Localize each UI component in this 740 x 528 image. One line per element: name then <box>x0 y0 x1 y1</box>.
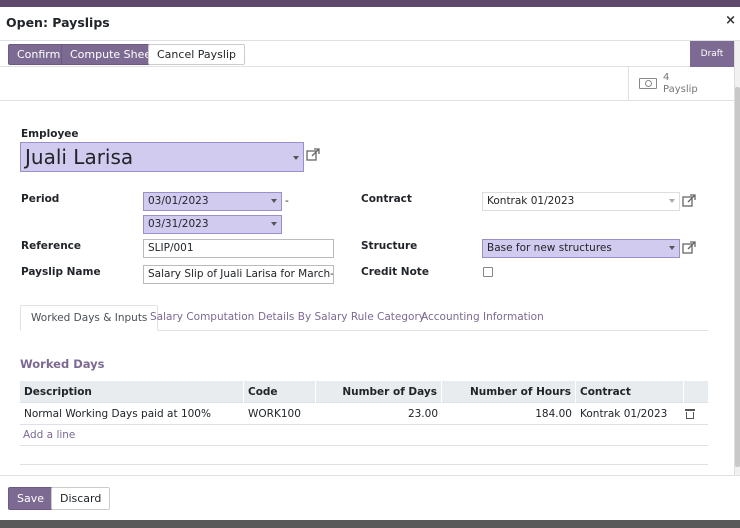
cell-hours: 184.00 <box>535 408 572 420</box>
cell-description: Normal Working Days paid at 100% <box>24 408 211 420</box>
chevron-down-icon <box>271 222 277 226</box>
reference-label: Reference <box>21 240 82 252</box>
notebook-tabs: Worked Days & Inputs Salary Computation … <box>20 305 708 331</box>
payslip-count-label: Payslip <box>663 84 698 95</box>
tab-worked-days-inputs[interactable]: Worked Days & Inputs <box>20 305 159 331</box>
payslip-count-button[interactable]: 4 Payslip <box>628 67 728 101</box>
structure-value: Base for new structures <box>487 242 612 254</box>
chevron-down-icon <box>669 246 675 250</box>
employee-field[interactable]: Juali Larisa <box>20 142 304 172</box>
save-button[interactable]: Save <box>8 487 54 510</box>
contract-label: Contract <box>361 193 412 205</box>
external-link-icon[interactable] <box>682 194 696 208</box>
reference-value: SLIP/001 <box>148 242 194 254</box>
tab-accounting-information[interactable]: Accounting Information <box>411 305 554 331</box>
cell-days: 23.00 <box>407 408 438 420</box>
period-from-field[interactable]: 03/01/2023 <box>143 192 282 211</box>
column-header-code[interactable]: Code <box>244 381 316 403</box>
status-draft-badge[interactable]: Draft <box>690 41 734 67</box>
cell-contract: Kontrak 01/2023 <box>580 408 668 420</box>
dialog-title: Open: Payslips <box>6 15 110 30</box>
structure-field[interactable]: Base for new structures <box>482 239 680 258</box>
period-to-value: 03/31/2023 <box>148 218 209 230</box>
worked-days-title: Worked Days <box>20 357 105 371</box>
money-icon <box>639 78 657 89</box>
column-header-number-of-days[interactable]: Number of Days <box>316 381 442 403</box>
structure-label: Structure <box>361 240 418 252</box>
tab-salary-computation[interactable]: Salary Computation <box>140 305 264 331</box>
payslip-count: 4 <box>663 72 670 83</box>
table-filler-row <box>20 425 708 446</box>
dialog-footer: Save Discard <box>0 475 740 520</box>
reference-field[interactable]: SLIP/001 <box>143 239 334 258</box>
chevron-down-icon <box>669 199 675 203</box>
payslip-name-field[interactable]: Salary Slip of Juali Larisa for March-20… <box>143 265 334 284</box>
tab-details-by-salary-rule-category[interactable]: Details By Salary Rule Category <box>248 305 435 331</box>
contract-field[interactable]: Kontrak 01/2023 <box>482 192 680 211</box>
period-label: Period <box>21 193 60 205</box>
credit-note-label: Credit Note <box>361 266 429 278</box>
column-header-number-of-hours[interactable]: Number of Hours <box>442 381 576 403</box>
employee-label: Employee <box>21 128 79 140</box>
credit-note-checkbox[interactable] <box>483 267 493 277</box>
close-icon[interactable]: × <box>725 13 736 28</box>
trash-icon[interactable] <box>685 409 695 419</box>
external-link-icon[interactable] <box>682 241 696 255</box>
scrollbar-thumb[interactable] <box>735 87 740 467</box>
period-separator: - <box>285 195 289 207</box>
payslip-name-value: Salary Slip of Juali Larisa for March-20… <box>148 268 334 280</box>
contract-value: Kontrak 01/2023 <box>487 195 575 207</box>
employee-value: Juali Larisa <box>25 145 134 169</box>
form-sheet: Employee Juali Larisa Period 03/01/2023 … <box>0 102 734 472</box>
smart-button-box: 4 Payslip <box>0 67 734 101</box>
period-from-value: 03/01/2023 <box>148 195 209 207</box>
external-link-icon[interactable] <box>306 148 320 162</box>
discard-button[interactable]: Discard <box>51 487 111 510</box>
chevron-down-icon <box>271 199 277 203</box>
table-row[interactable]: Normal Working Days paid at 100% WORK100… <box>20 403 708 425</box>
cancel-payslip-button[interactable]: Cancel Payslip <box>148 44 245 65</box>
dialog-header: Open: Payslips × <box>0 7 740 41</box>
cell-code: WORK100 <box>248 408 301 420</box>
table-header: Description Code Number of Days Number o… <box>20 381 708 403</box>
period-to-field[interactable]: 03/31/2023 <box>143 215 282 234</box>
scrollbar[interactable] <box>734 41 740 475</box>
table-filler-row <box>20 446 708 465</box>
chevron-down-icon <box>293 156 299 160</box>
column-header-description[interactable]: Description <box>20 381 244 403</box>
payslip-dialog: Open: Payslips × Confirm Compute Sheet C… <box>0 7 740 520</box>
payslip-name-label: Payslip Name <box>21 266 101 278</box>
form-statusbar: Confirm Compute Sheet Cancel Payslip Dra… <box>0 41 734 67</box>
background-overlay-edge <box>0 520 740 528</box>
column-header-contract[interactable]: Contract <box>576 381 684 403</box>
